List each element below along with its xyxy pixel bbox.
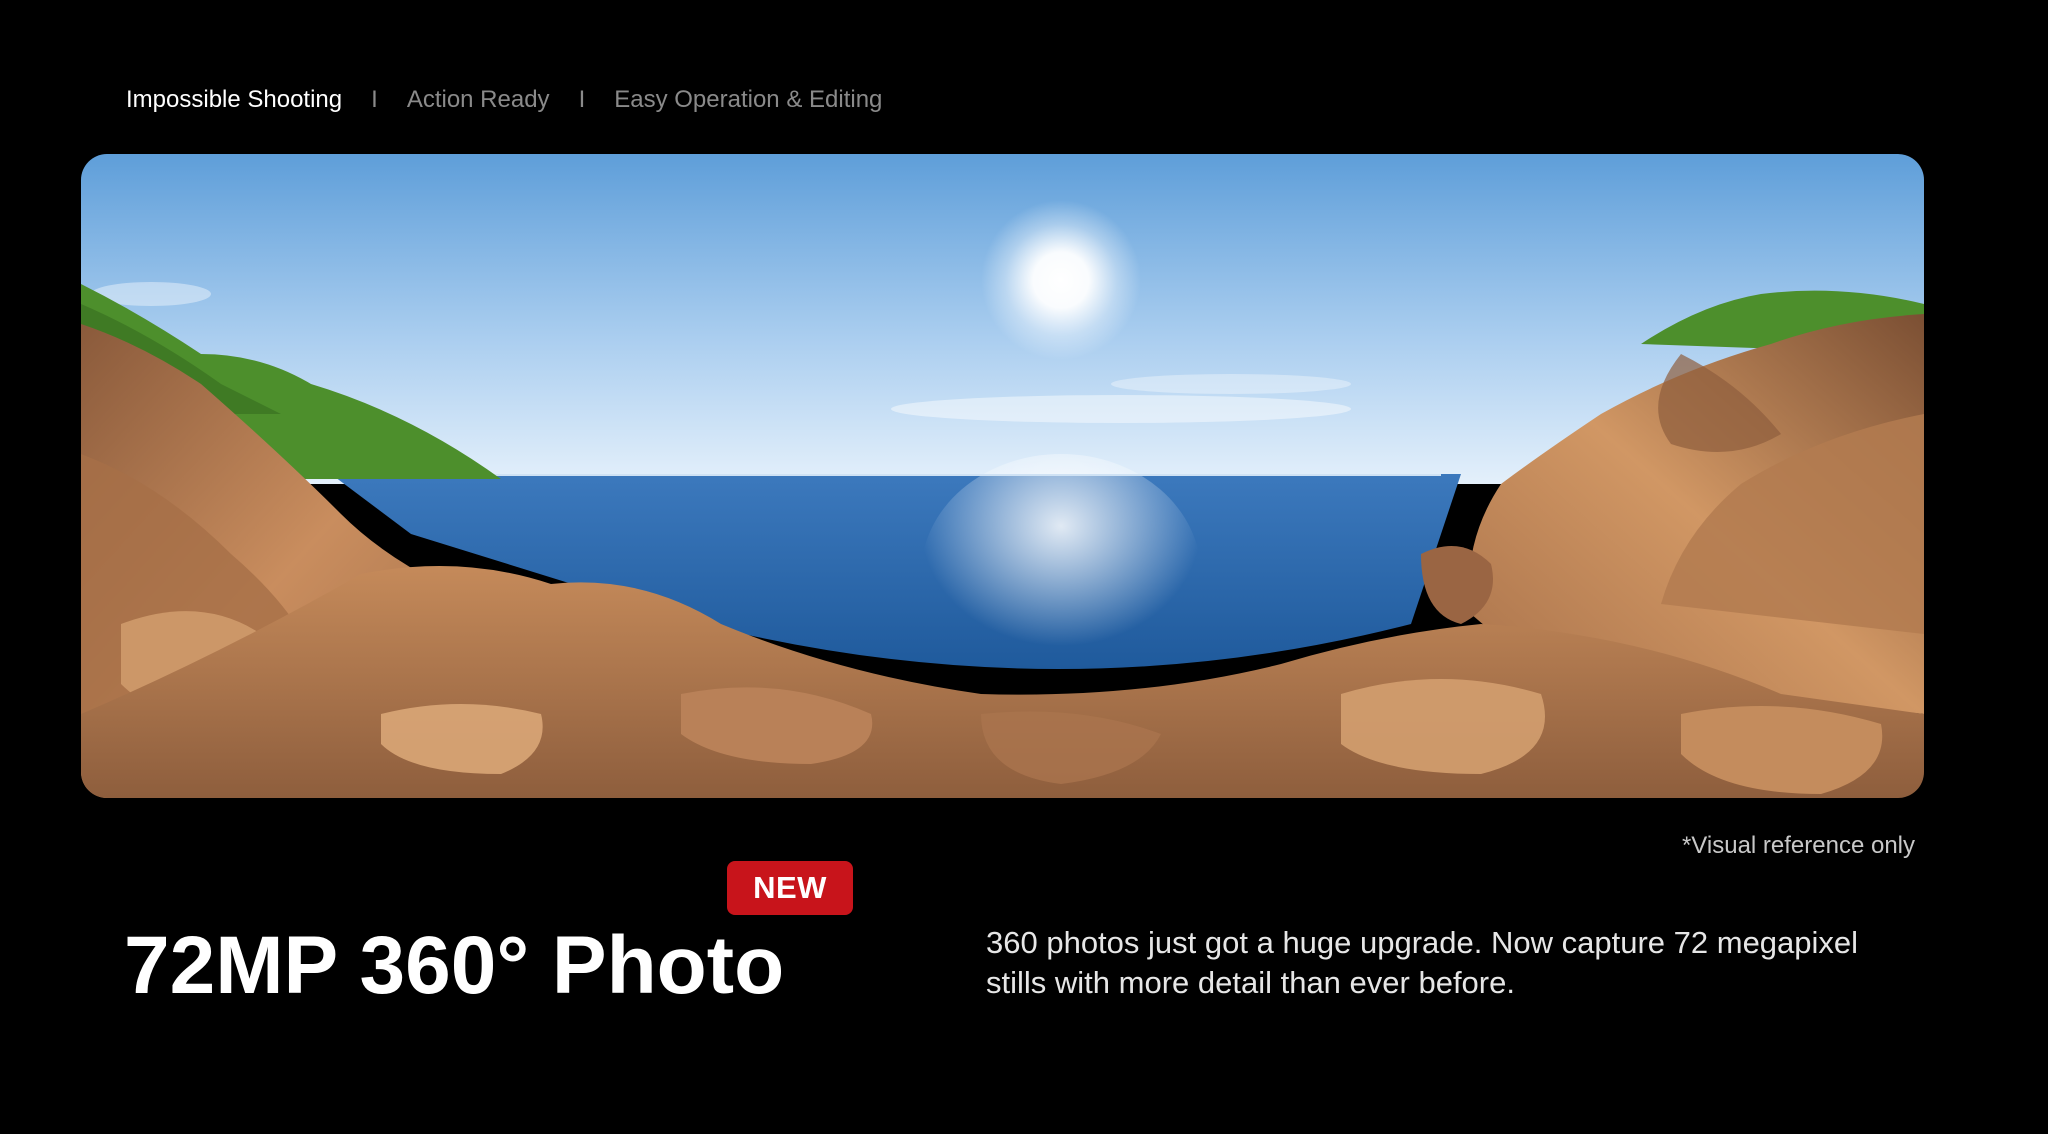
product-feature-page: Impossible Shooting I Action Ready I Eas… xyxy=(0,0,2048,1134)
feature-description: 360 photos just got a huge upgrade. Now … xyxy=(986,925,1859,1000)
tab-easy-operation-editing[interactable]: Easy Operation & Editing xyxy=(614,84,882,116)
tab-impossible-shooting[interactable]: Impossible Shooting xyxy=(126,84,342,116)
new-badge: NEW xyxy=(727,861,853,915)
hero-panorama-image xyxy=(81,154,1924,798)
tab-separator: I xyxy=(578,86,586,113)
feature-headline: 72MP 360° Photo xyxy=(124,920,785,1011)
tab-separator: I xyxy=(371,86,378,113)
panorama-illustration xyxy=(81,154,1924,798)
feature-tabs: Impossible Shooting I Action Ready I Eas… xyxy=(126,84,882,116)
tab-action-ready[interactable]: Action Ready xyxy=(407,84,550,116)
visual-reference-disclaimer: *Visual reference only xyxy=(1681,832,1915,859)
